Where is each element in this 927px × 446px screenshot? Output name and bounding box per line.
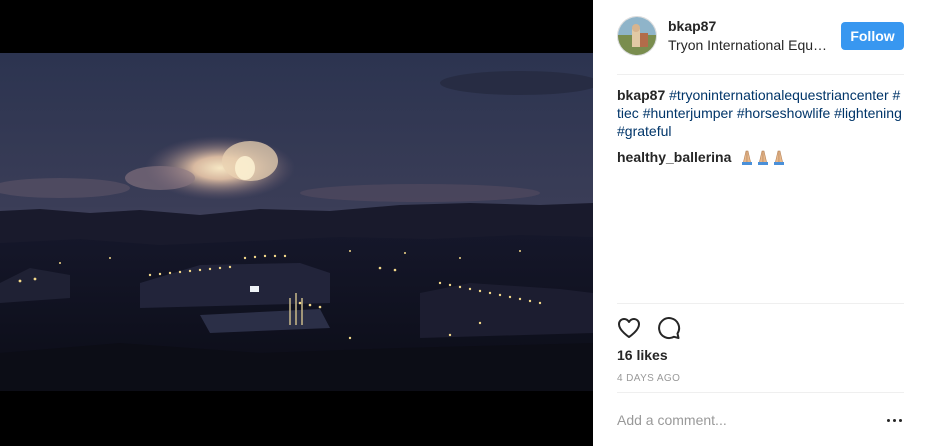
avatar-image xyxy=(618,17,656,55)
post-details-panel: bkap87 Tryon International Equestrian Ce… xyxy=(593,0,927,446)
avatar[interactable] xyxy=(617,16,657,56)
comment-item: healthy_ballerina 🙏🏼🙏🏼🙏🏼 xyxy=(617,148,904,169)
follow-button[interactable]: Follow xyxy=(841,22,904,50)
more-options-icon[interactable] xyxy=(883,410,907,430)
heart-icon[interactable] xyxy=(617,316,641,340)
post-header: bkap87 Tryon International Equestrian Ce… xyxy=(617,16,904,58)
post-caption: bkap87 #tryoninternationalequestriancent… xyxy=(617,86,904,140)
hashtag-link[interactable]: #lightening xyxy=(834,105,902,121)
comment-username[interactable]: healthy_ballerina xyxy=(617,149,731,165)
add-comment-input[interactable] xyxy=(617,409,867,431)
likes-count[interactable]: 16 likes xyxy=(617,347,668,363)
actions-divider xyxy=(617,303,904,304)
hashtag-link[interactable]: #horseshowlife xyxy=(737,105,830,121)
post-location[interactable]: Tryon International Equestrian Center xyxy=(668,37,828,53)
header-divider xyxy=(617,74,904,75)
post-author-username[interactable]: bkap87 xyxy=(668,18,716,34)
praying-hands-emoji xyxy=(739,149,787,169)
post-photo[interactable] xyxy=(0,53,593,391)
caption-username[interactable]: bkap87 xyxy=(617,87,665,103)
hashtag-link[interactable]: #hunterjumper xyxy=(643,105,733,121)
comment-bubble-icon[interactable] xyxy=(657,316,681,340)
post-timestamp[interactable]: 4 DAYS AGO xyxy=(617,373,680,384)
comment-divider xyxy=(617,392,904,393)
post-photo-pane xyxy=(0,0,593,446)
hashtag-link[interactable]: #grateful xyxy=(617,123,671,139)
hashtag-link[interactable]: #tryoninternationalequestriancenter xyxy=(669,87,888,103)
